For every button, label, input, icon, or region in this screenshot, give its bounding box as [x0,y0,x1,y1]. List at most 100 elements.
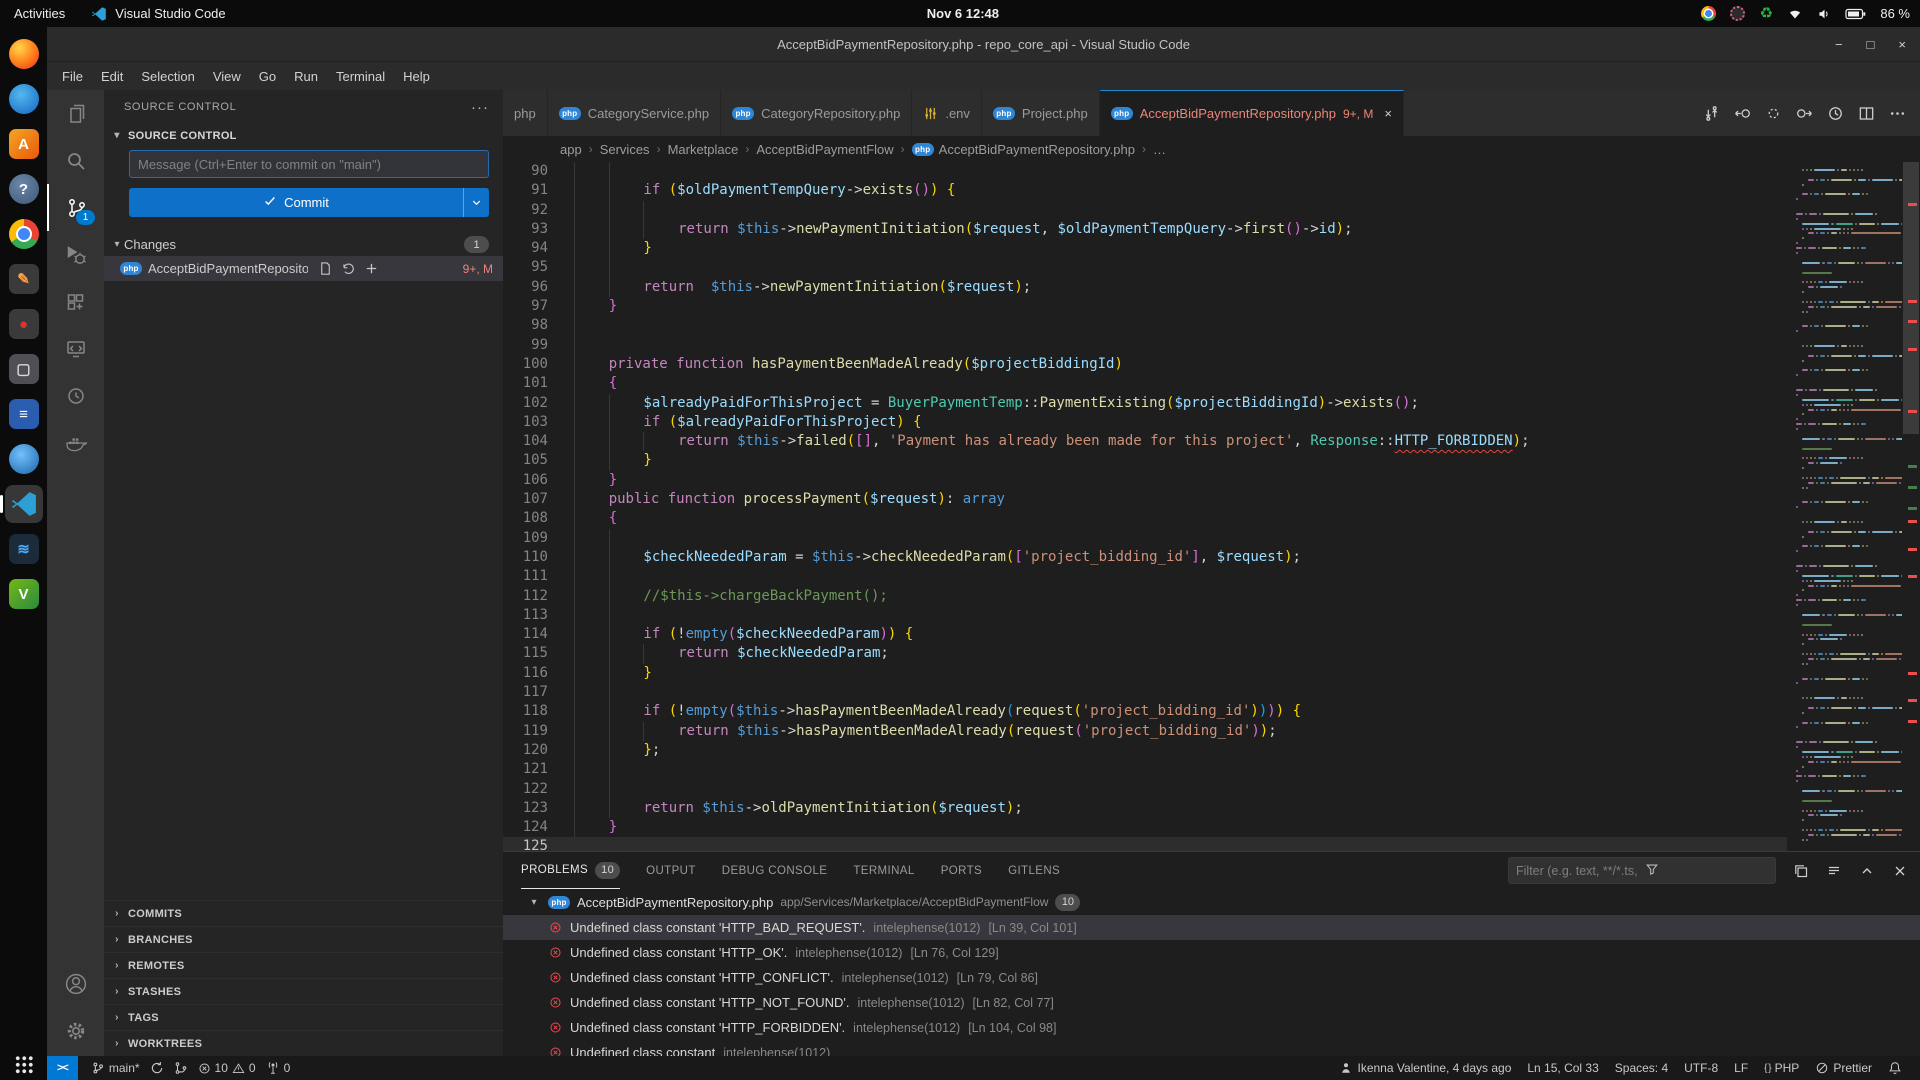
sidebar-section-remotes[interactable]: ›REMOTES [104,952,503,978]
menu-selection[interactable]: Selection [132,66,203,87]
tab-categoryservice-php[interactable]: phpCategoryService.php [548,90,721,136]
close-panel-icon[interactable] [1892,863,1908,879]
dock-item-libreoffice-impress[interactable]: ● [5,305,43,343]
status-language-mode[interactable]: { }PHP [1756,1056,1807,1080]
code-line[interactable]: 108{ [503,509,1787,528]
breadcrumb-item[interactable]: AcceptBidPaymentFlow [756,142,893,157]
breadcrumb-item[interactable]: Services [600,142,650,157]
code-line[interactable]: 94} [503,239,1787,258]
breadcrumb-item[interactable]: app [560,142,582,157]
menu-file[interactable]: File [53,66,92,87]
code-line[interactable]: 117 [503,683,1787,702]
timeline-icon[interactable] [1827,105,1844,122]
menu-go[interactable]: Go [250,66,285,87]
activity-settings[interactable] [47,1007,104,1054]
scrollbar[interactable] [1902,162,1920,851]
problem-row[interactable]: Undefined class constant 'HTTP_OK'.intel… [503,940,1920,965]
dock-item-text-editor[interactable]: ✎ [5,260,43,298]
maximize-panel-icon[interactable] [1859,863,1875,879]
view-as-table-icon[interactable] [1793,863,1809,879]
stage-changes-icon[interactable] [364,261,379,276]
collapse-all-icon[interactable] [1826,863,1842,879]
code-line[interactable]: 125 [503,837,1787,851]
code-line[interactable]: 115return $checkNeededParam; [503,644,1787,663]
status-prettier[interactable]: Prettier [1807,1056,1880,1080]
menu-run[interactable]: Run [285,66,327,87]
dock-item-docker[interactable]: ≋ [5,530,43,568]
next-change-icon[interactable] [1796,105,1813,122]
dock-item-help[interactable]: ? [5,170,43,208]
panel-tab-problems[interactable]: PROBLEMS10 [521,852,620,889]
code-line[interactable]: 114if (!empty($checkNeededParam)) { [503,625,1787,644]
code-editor[interactable]: 9091if ($oldPaymentTempQuery->exists()) … [503,162,1920,851]
status-gitlens-graph[interactable] [169,1056,193,1080]
dock-item-vscode[interactable] [5,485,43,523]
menu-view[interactable]: View [204,66,250,87]
tab-categoryrepository-php[interactable]: phpCategoryRepository.php [721,90,912,136]
status-indentation[interactable]: Spaces: 4 [1607,1056,1676,1080]
remote-indicator[interactable]: >< [47,1056,78,1080]
activities-button[interactable]: Activities [14,6,65,21]
restore-button[interactable]: □ [1867,37,1875,52]
tab-php[interactable]: php [503,90,548,136]
code-line[interactable]: 90 [503,162,1787,181]
code-line[interactable]: 121 [503,760,1787,779]
activity-gitlens[interactable] [47,372,104,419]
problem-row[interactable]: Undefined class constant 'HTTP_BAD_REQUE… [503,915,1920,940]
panel-tab-terminal[interactable]: TERMINAL [853,852,914,889]
problems-filter-input[interactable]: Filter (e.g. text, **/*.ts, !**/node… [1508,857,1776,884]
code-line[interactable]: 100private function hasPaymentBeenMadeAl… [503,355,1787,374]
sidebar-section-worktrees[interactable]: ›WORKTREES [104,1030,503,1056]
code-line[interactable]: 113 [503,606,1787,625]
source-control-section-header[interactable]: ▾ SOURCE CONTROL [104,124,503,147]
code-line[interactable]: 112//$this->chargeBackPayment(); [503,587,1787,606]
current-change-icon[interactable] [1765,105,1782,122]
status-encoding[interactable]: UTF-8 [1676,1056,1726,1080]
status-problems-summary[interactable]: 100 [193,1056,261,1080]
volume-icon[interactable] [1816,6,1832,22]
activity-extensions[interactable] [47,278,104,325]
titlebar[interactable]: AcceptBidPaymentRepository.php - repo_co… [47,27,1920,62]
tab--env[interactable]: .env [912,90,982,136]
code-line[interactable]: 92 [503,201,1787,220]
activity-source-control[interactable]: 1 [47,184,104,231]
clock[interactable]: Nov 6 12:48 [927,0,999,27]
recycle-indicator-icon[interactable]: ♻ [1758,6,1774,22]
code-line[interactable]: 106} [503,471,1787,490]
show-applications-icon[interactable] [14,1055,33,1074]
status-ports-forwarded[interactable]: 0 [261,1056,296,1080]
code-line[interactable]: 105} [503,451,1787,470]
open-file-icon[interactable] [318,261,333,276]
code-line[interactable]: 91if ($oldPaymentTempQuery->exists()) { [503,181,1787,200]
previous-change-icon[interactable] [1734,105,1751,122]
changed-file-row[interactable]: php AcceptBidPaymentRepositor… 9+, M [104,256,503,281]
commit-dropdown-button[interactable] [463,188,489,217]
code-line[interactable]: 109 [503,529,1787,548]
focused-app[interactable]: Visual Studio Code [91,6,225,22]
discard-changes-icon[interactable] [341,261,356,276]
code-line[interactable]: 124} [503,818,1787,837]
breadcrumb-item[interactable]: … [1153,142,1166,157]
sidebar-section-tags[interactable]: ›TAGS [104,1004,503,1030]
menu-help[interactable]: Help [394,66,439,87]
code-line[interactable]: 110$checkNeededParam = $this->checkNeede… [503,548,1787,567]
code-line[interactable]: 116} [503,664,1787,683]
minimap[interactable] [1790,164,1902,851]
status-eol[interactable]: LF [1726,1056,1756,1080]
problem-row[interactable]: Undefined class constant 'HTTP_CONFLICT'… [503,965,1920,990]
sidebar-section-stashes[interactable]: ›STASHES [104,978,503,1004]
tab-acceptbidpaymentrepository-php[interactable]: phpAcceptBidPaymentRepository.php9+, M× [1100,90,1404,136]
problem-row[interactable]: Undefined class constant 'HTTP_FORBIDDEN… [503,1015,1920,1040]
code-line[interactable]: 103if ($alreadyPaidForThisProject) { [503,413,1787,432]
menu-terminal[interactable]: Terminal [327,66,394,87]
sidebar-section-branches[interactable]: ›BRANCHES [104,926,503,952]
status-git-branch[interactable]: main* [86,1056,145,1080]
breadcrumb[interactable]: app›Services›Marketplace›AcceptBidPaymen… [503,136,1920,162]
changes-section-header[interactable]: ▾ Changes 1 [104,233,503,256]
chrome-tray-icon[interactable] [1700,6,1716,22]
code-line[interactable]: 104return $this->failed([], 'Payment has… [503,432,1787,451]
wifi-icon[interactable] [1787,6,1803,22]
menu-edit[interactable]: Edit [92,66,132,87]
status-git-sync[interactable] [145,1056,169,1080]
code-line[interactable]: 123return $this->oldPaymentInitiation($r… [503,799,1787,818]
